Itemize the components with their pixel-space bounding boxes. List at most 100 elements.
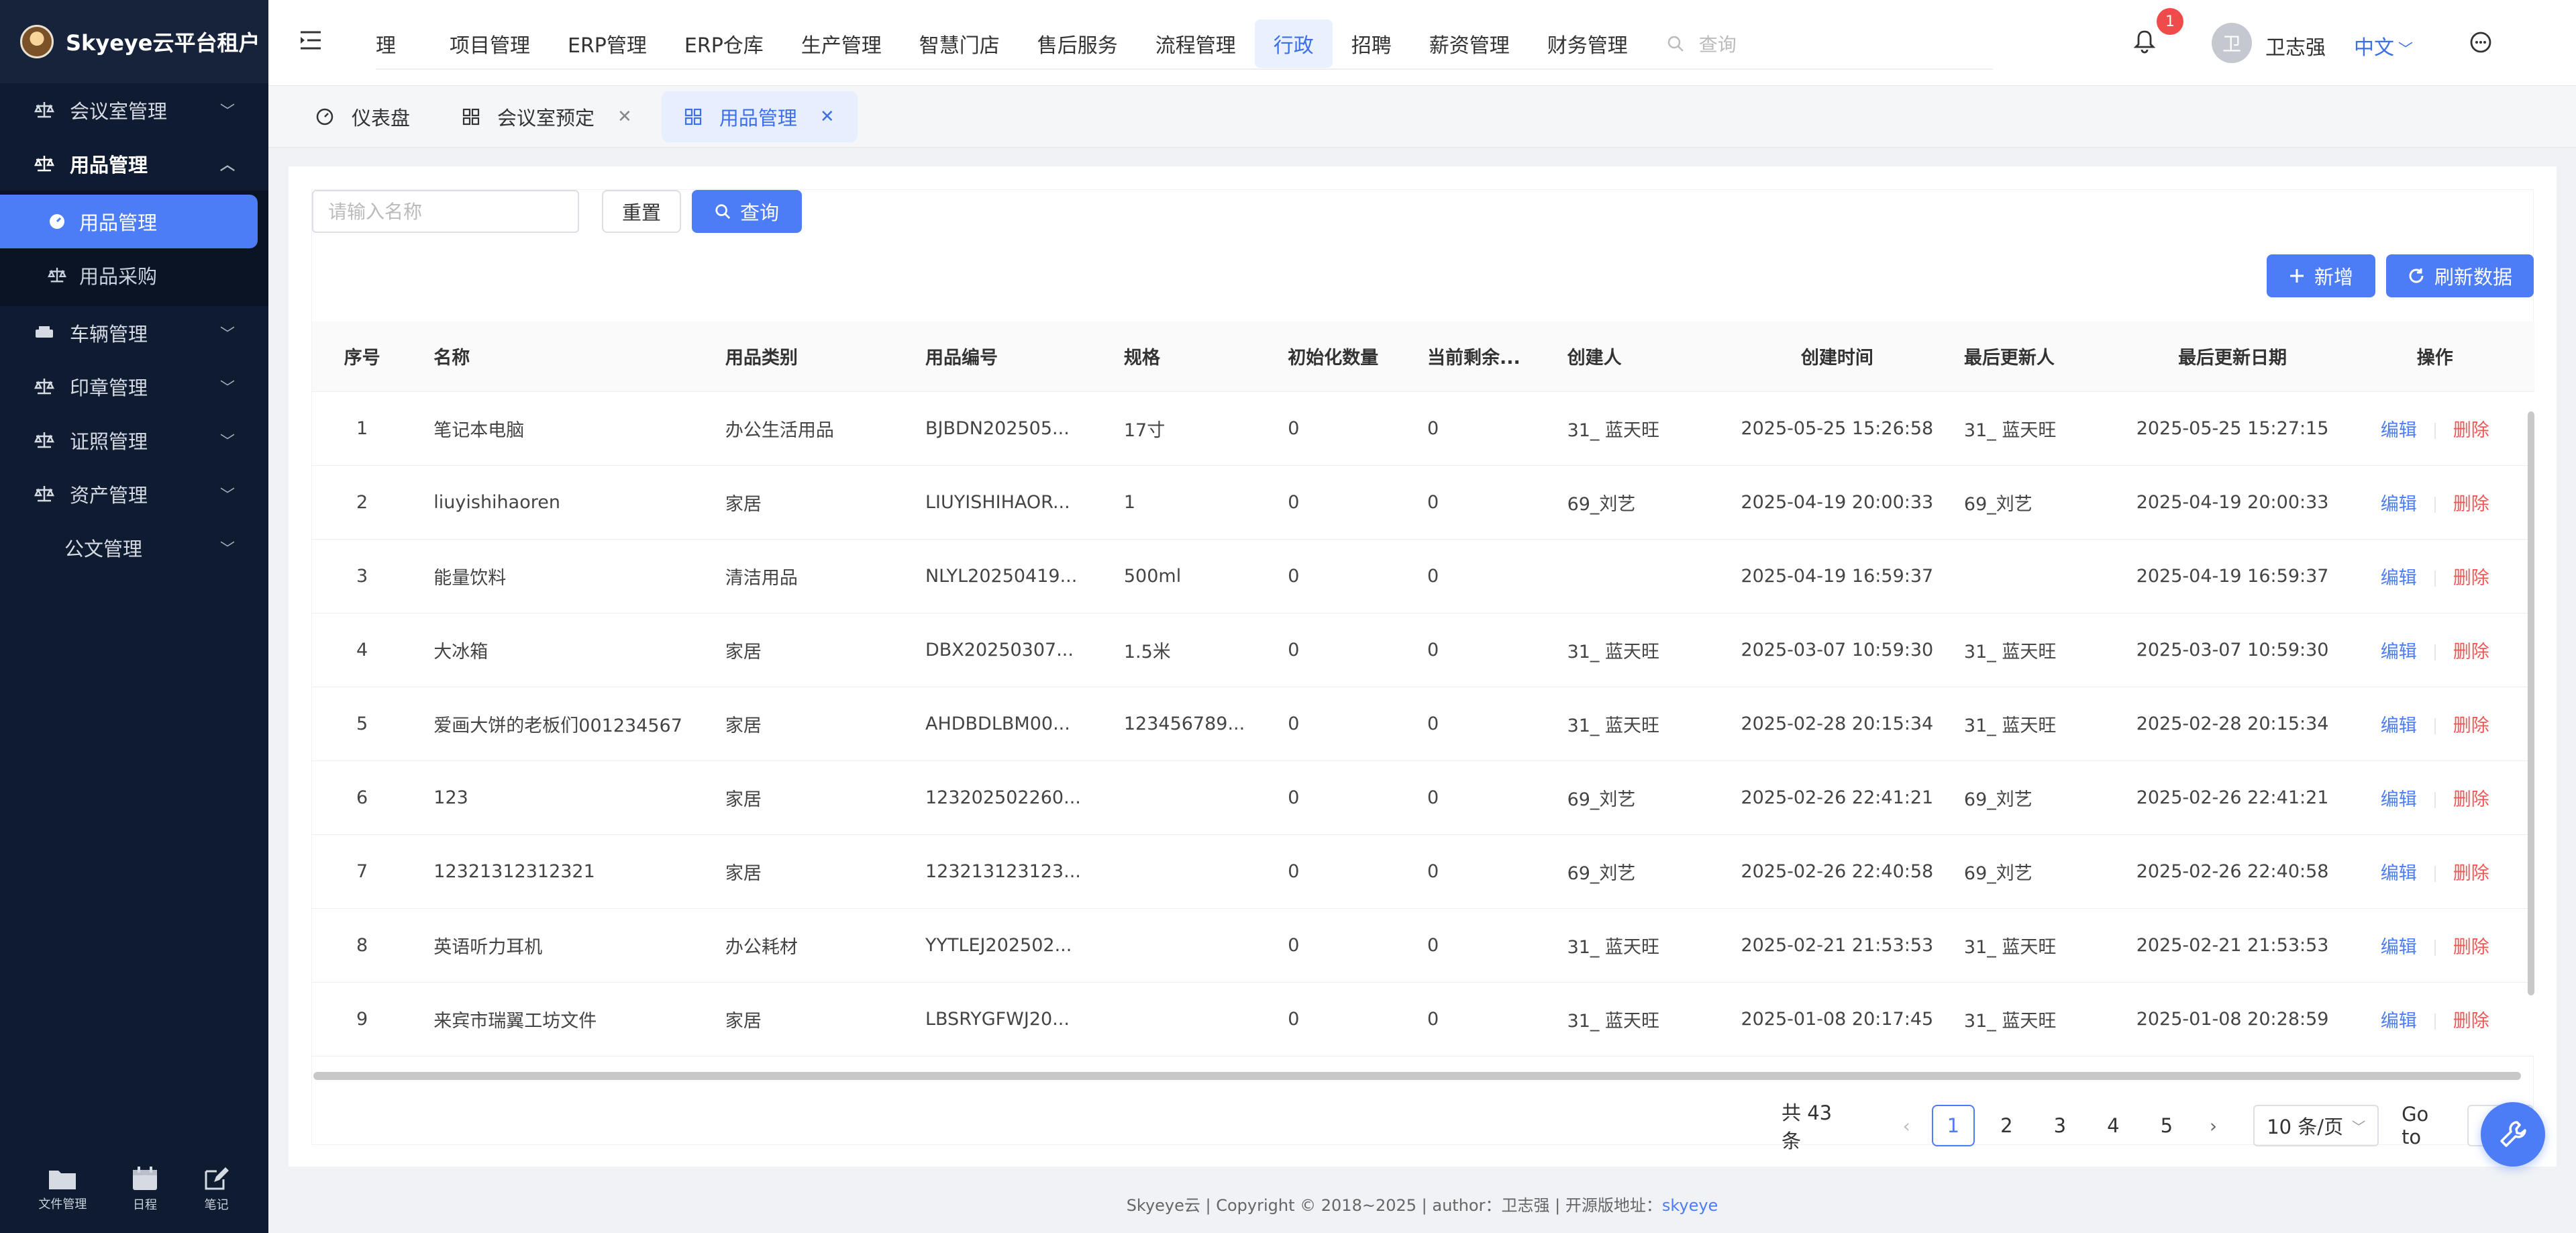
tool-schedule[interactable]: 日程 — [132, 1166, 158, 1213]
horizontal-scrollbar[interactable] — [313, 1072, 2521, 1080]
nav-item-erp[interactable]: ERP管理 — [549, 19, 666, 68]
table-row: 7 12321312312321 家居 123213123123... 0 0 69_刘艺 2… — [312, 834, 2534, 909]
edit-link[interactable]: 编辑 — [2381, 863, 2417, 884]
table-cell — [1102, 908, 1267, 983]
edit-link[interactable]: 编辑 — [2381, 642, 2417, 662]
table-cell: 2025-02-26 22:41:21 — [2129, 760, 2336, 835]
sidebar-item-assets[interactable]: 资产管理 ﹀ — [0, 467, 268, 521]
chat-icon[interactable] — [2469, 31, 2492, 56]
edit-link[interactable]: 编辑 — [2381, 420, 2417, 441]
page-number[interactable]: 2 — [1986, 1105, 2028, 1146]
nav-item-administration[interactable]: 行政 — [1254, 19, 1333, 68]
app-title: Skyeye云平台租户 — [66, 30, 260, 56]
language-selector[interactable]: 中文 ﹀ — [2354, 31, 2413, 60]
prev-page-icon[interactable]: ‹ — [1886, 1115, 1926, 1137]
sidebar-item-supplies[interactable]: 用品管理 ︿ — [0, 137, 268, 191]
delete-link[interactable]: 删除 — [2453, 937, 2489, 958]
close-icon[interactable]: ✕ — [820, 107, 835, 127]
add-button[interactable]: 新增 — [2267, 254, 2375, 297]
tool-file-management[interactable]: 文件管理 — [38, 1167, 87, 1212]
menu-collapse-icon[interactable] — [299, 30, 322, 53]
nav-item-after-sales[interactable]: 售后服务 — [1019, 19, 1137, 68]
tab-dashboard[interactable]: 仪表盘 — [293, 91, 433, 142]
table-cell: 爱画大饼的老板们001234567 — [412, 687, 704, 761]
divider — [2434, 644, 2436, 660]
table-cell: 17寸 — [1102, 391, 1267, 466]
next-page-icon[interactable]: › — [2194, 1115, 2234, 1137]
scale-icon — [32, 430, 56, 450]
refresh-button[interactable]: 刷新数据 — [2386, 254, 2534, 297]
nav-search[interactable]: 查询 — [1647, 30, 1737, 57]
edit-link[interactable]: 编辑 — [2381, 1011, 2417, 1032]
sidebar-item-label: 会议室管理 — [70, 100, 168, 123]
nav-item-workflow[interactable]: 流程管理 — [1137, 19, 1255, 68]
page-size-select[interactable]: 10 条/页 ﹀ — [2253, 1105, 2379, 1146]
close-icon[interactable]: ✕ — [617, 107, 632, 127]
page-number[interactable]: 4 — [2092, 1105, 2135, 1146]
page-number[interactable]: 5 — [2145, 1105, 2188, 1146]
supplies-table-wrapper[interactable]: 序号 名称 用品类别 用品编号 规格 初始化数量 当前剩余... 创建人 创建时… — [312, 322, 2534, 1060]
table-cell: 69_刘艺 — [1545, 834, 1732, 909]
nav-item-finance[interactable]: 财务管理 — [1529, 19, 1647, 68]
notification-badge: 1 — [2157, 8, 2183, 35]
app-logo — [20, 25, 54, 58]
chevron-down-icon: ﹀ — [2352, 1118, 2366, 1135]
nav-item-salary[interactable]: 薪资管理 — [1410, 19, 1529, 68]
goto-label: Go to — [2402, 1103, 2429, 1148]
delete-link[interactable]: 删除 — [2453, 568, 2489, 589]
edit-link[interactable]: 编辑 — [2381, 789, 2417, 810]
nav-item-production[interactable]: 生产管理 — [782, 19, 900, 68]
sidebar-subitem-supplies-management[interactable]: 用品管理 — [0, 195, 258, 248]
table-row: 8 英语听力耳机 办公耗材 YYTLEJ202502... 0 0 31_ 蓝天旺 2025-… — [312, 908, 2534, 983]
divider — [2434, 571, 2436, 587]
row-actions: 编辑 删除 — [2335, 834, 2534, 909]
nav-item-smart-store[interactable]: 智慧门店 — [900, 19, 1019, 68]
nav-item-truncated[interactable]: 理 — [376, 19, 431, 68]
table-cell: 2025-02-28 20:15:34 — [1731, 687, 1943, 761]
nav-item-projects[interactable]: 项目管理 — [431, 19, 549, 68]
sidebar-item-seals[interactable]: 印章管理 ﹀ — [0, 360, 268, 413]
query-button[interactable]: 查询 — [692, 190, 802, 233]
delete-link[interactable]: 删除 — [2453, 1011, 2489, 1032]
reset-button[interactable]: 重置 — [602, 190, 681, 233]
name-search-input[interactable] — [312, 190, 579, 233]
edit-link[interactable]: 编辑 — [2381, 716, 2417, 736]
tool-notes[interactable]: 笔记 — [203, 1166, 230, 1213]
table-row: 2 liuyishihaoren 家居 LIUYISHIHAOR... 1 0 0 69_刘艺… — [312, 465, 2534, 540]
delete-link[interactable]: 删除 — [2453, 789, 2489, 810]
footer-link[interactable]: skyeye — [1662, 1196, 1718, 1215]
table-cell: 0 — [1406, 465, 1546, 540]
page-number[interactable]: 3 — [2039, 1105, 2081, 1146]
nav-item-recruitment[interactable]: 招聘 — [1333, 19, 1410, 68]
tab-meeting-room-booking[interactable]: 会议室预定 ✕ — [440, 91, 655, 142]
page-number[interactable]: 1 — [1932, 1105, 1975, 1146]
delete-link[interactable]: 删除 — [2453, 863, 2489, 884]
edit-link[interactable]: 编辑 — [2381, 937, 2417, 958]
bell-icon[interactable] — [2133, 30, 2156, 56]
vertical-scrollbar[interactable] — [2528, 411, 2534, 995]
sidebar-subitem-supplies-purchase[interactable]: 用品采购 — [0, 248, 258, 302]
sidebar-item-meeting-room[interactable]: 会议室管理 ﹀ — [0, 83, 268, 137]
table-cell: 69_刘艺 — [1545, 465, 1732, 540]
edit-link[interactable]: 编辑 — [2381, 494, 2417, 515]
sidebar-item-licenses[interactable]: 证照管理 ﹀ — [0, 413, 268, 467]
row-actions: 编辑 删除 — [2335, 465, 2534, 540]
delete-link[interactable]: 删除 — [2453, 716, 2489, 736]
delete-link[interactable]: 删除 — [2453, 494, 2489, 515]
delete-link[interactable]: 删除 — [2453, 420, 2489, 441]
sidebar-item-vehicles[interactable]: 车辆管理 ﹀ — [0, 306, 268, 360]
edit-link[interactable]: 编辑 — [2381, 568, 2417, 589]
avatar[interactable]: 卫 — [2212, 23, 2252, 63]
settings-float-button[interactable] — [2481, 1102, 2545, 1167]
folder-icon — [49, 1171, 76, 1189]
nav-item-erp-warehouse[interactable]: ERP仓库 — [666, 19, 782, 68]
table-cell: 31_ 蓝天旺 — [1545, 613, 1732, 687]
sidebar-item-label: 证照管理 — [70, 430, 148, 453]
sidebar-item-documents[interactable]: 公文管理 ﹀ — [0, 521, 268, 575]
table-cell: 2025-05-25 15:26:58 — [1731, 391, 1943, 466]
tab-supplies-management[interactable]: 用品管理 ✕ — [661, 91, 858, 142]
table-cell: 6 — [312, 760, 413, 835]
username[interactable]: 卫志强 — [2265, 31, 2326, 60]
table-cell: 69_刘艺 — [1942, 834, 2130, 909]
delete-link[interactable]: 删除 — [2453, 642, 2489, 662]
